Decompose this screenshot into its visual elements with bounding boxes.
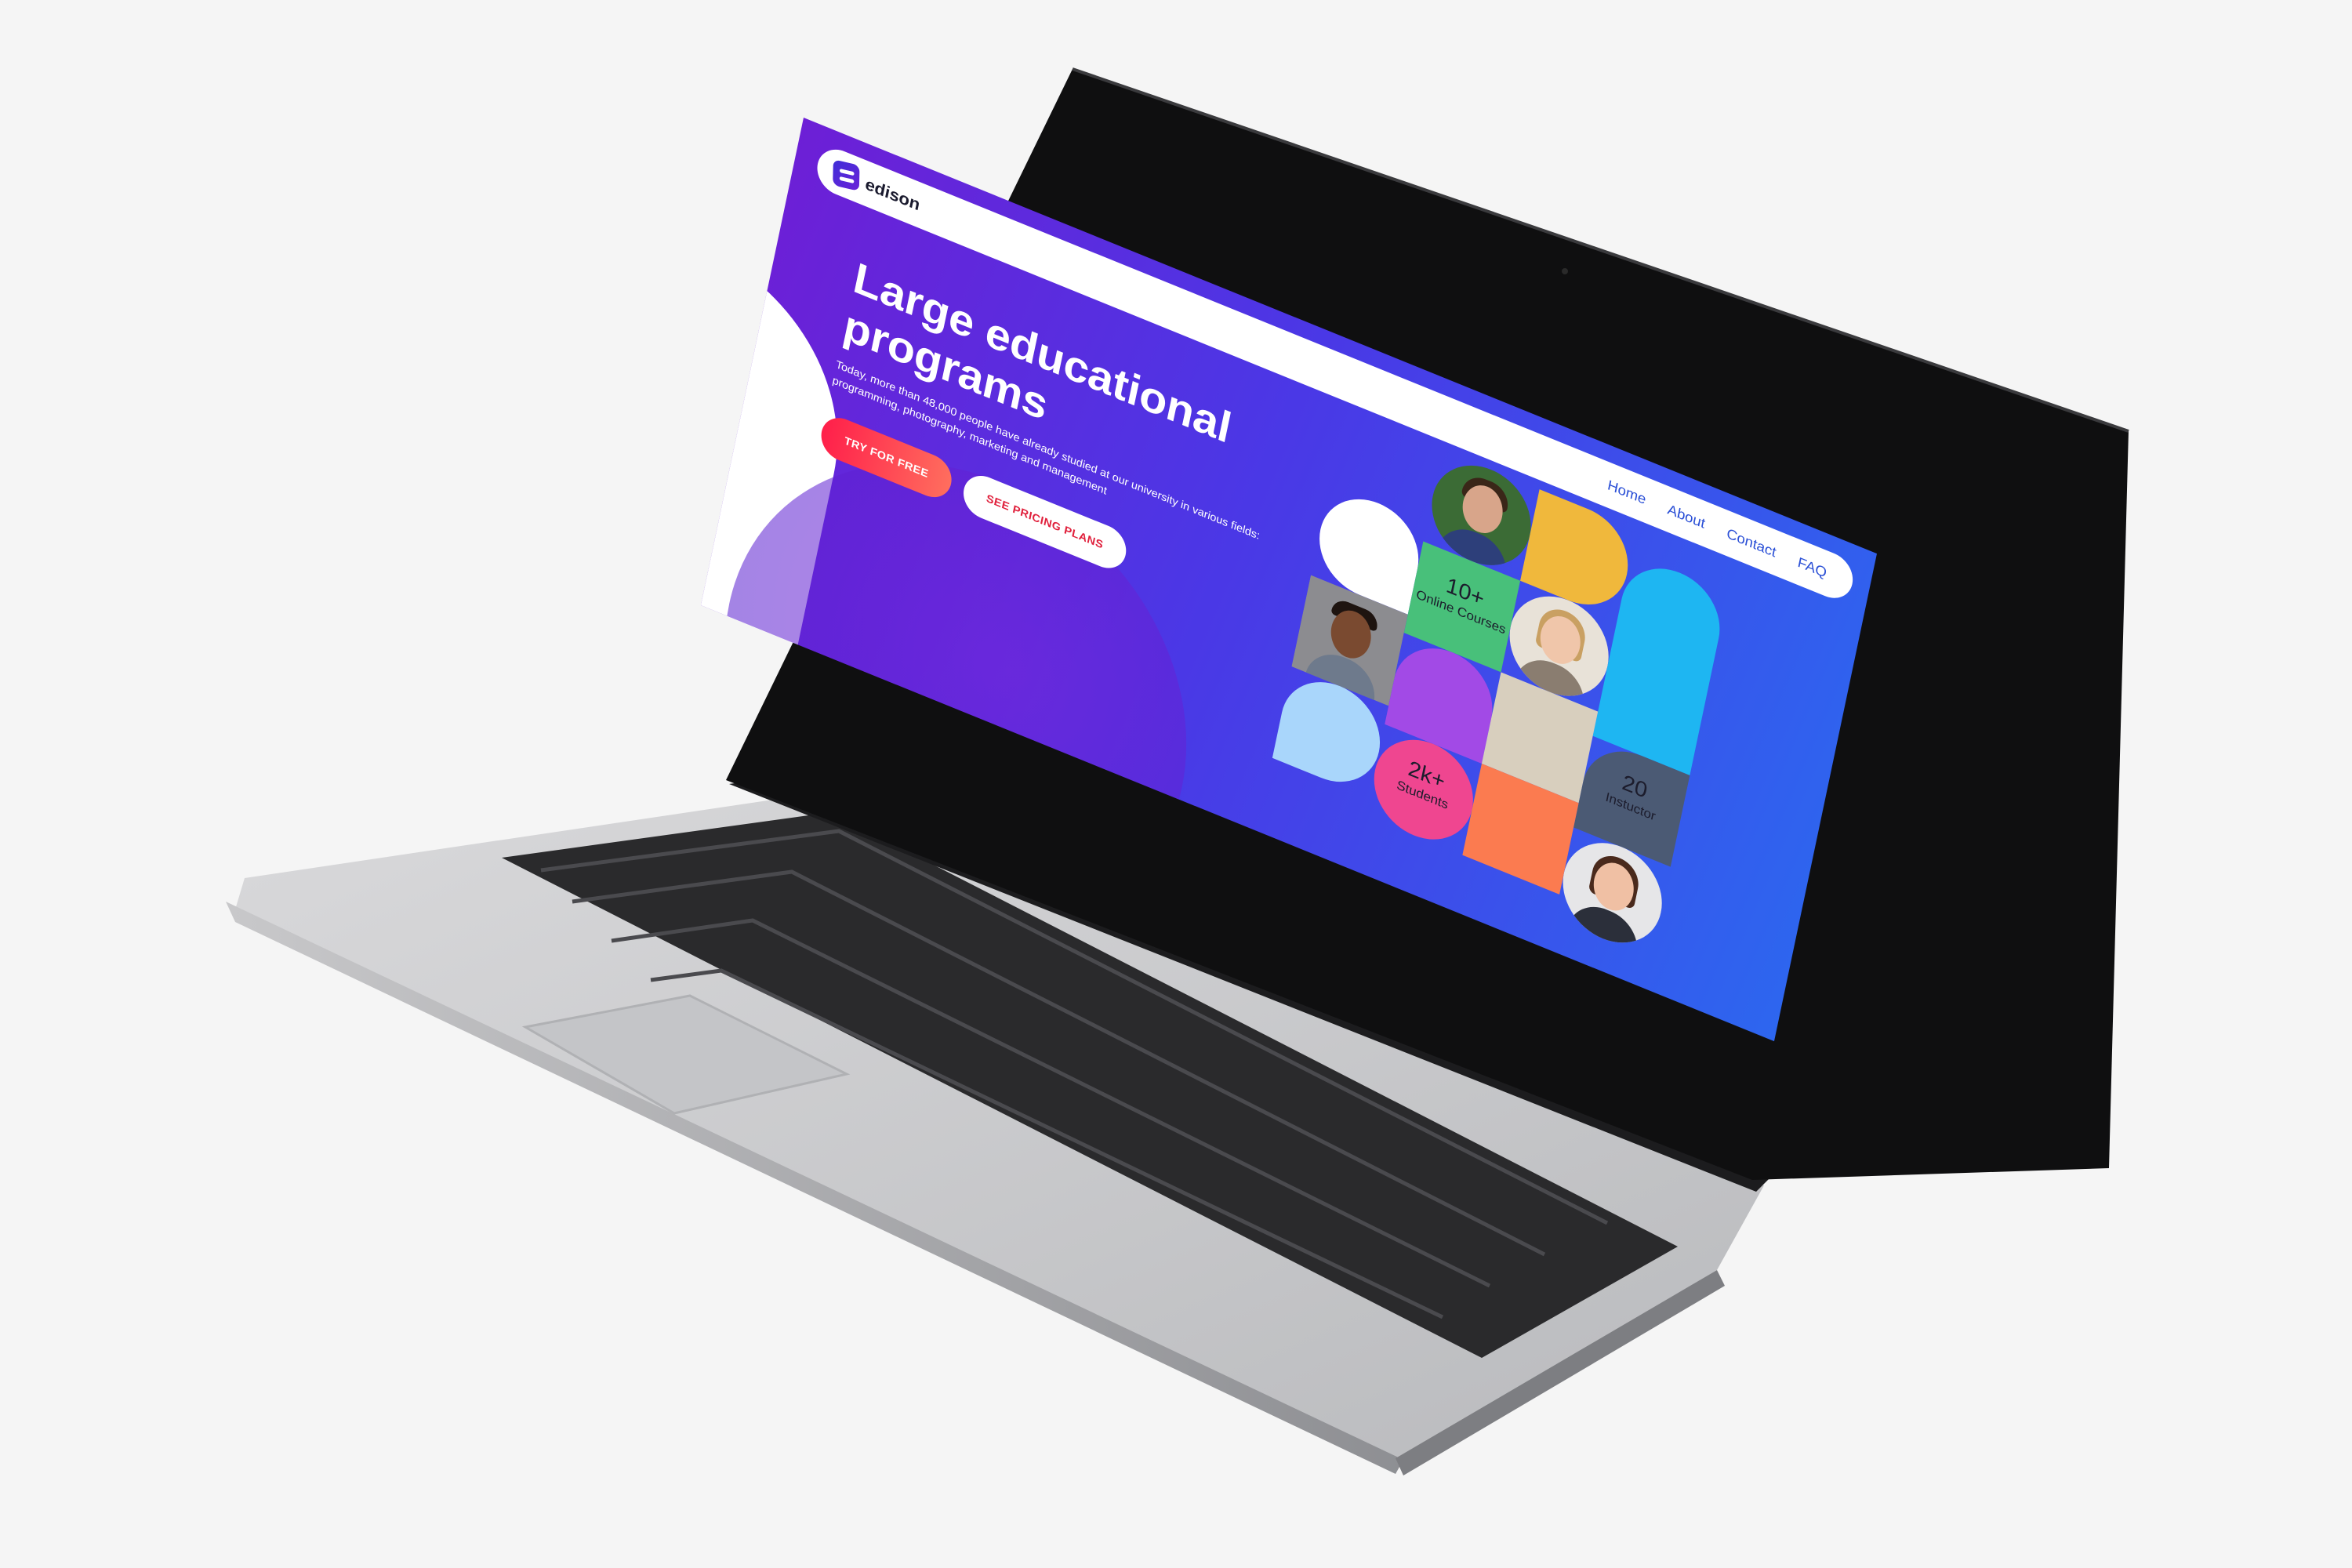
logo[interactable]: edison <box>831 158 923 217</box>
nav-links: Home About Contact FAQ <box>1606 477 1828 581</box>
laptop-screen: edison Home About Contact FAQ Large educ… <box>700 118 1878 1042</box>
nav-home[interactable]: Home <box>1606 477 1647 508</box>
nav-contact[interactable]: Contact <box>1726 525 1778 561</box>
landing-page: edison Home About Contact FAQ Large educ… <box>700 118 1878 1042</box>
logo-text: edison <box>863 173 922 214</box>
mockup-stage: edison Home About Contact FAQ Large educ… <box>0 0 2352 1568</box>
webcam <box>1562 268 1568 274</box>
logo-icon <box>833 159 860 191</box>
nav-faq[interactable]: FAQ <box>1796 554 1828 582</box>
nav-about[interactable]: About <box>1666 501 1707 532</box>
